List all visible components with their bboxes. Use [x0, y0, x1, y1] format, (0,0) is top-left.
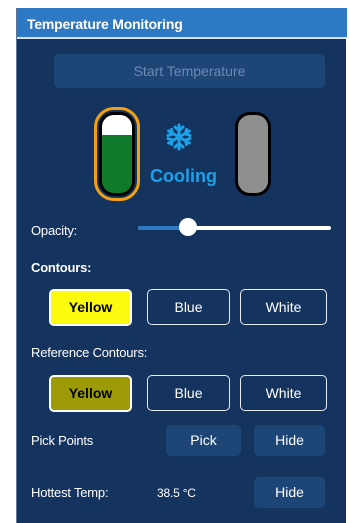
opacity-slider-thumb[interactable]	[179, 218, 198, 236]
reference-contour-yellow-button[interactable]: Yellow	[49, 375, 132, 412]
opacity-label: Opacity:	[31, 223, 78, 238]
pick-points-label: Pick Points	[31, 433, 94, 448]
contour-blue-button[interactable]: Blue	[147, 289, 230, 325]
hottest-temp-label: Hottest Temp:	[31, 485, 109, 500]
reference-contour-white-button[interactable]: White	[240, 375, 327, 411]
reference-contour-blue-button[interactable]: Blue	[147, 375, 230, 411]
cooling-status-label: Cooling	[150, 166, 217, 186]
snowflake-icon	[166, 123, 192, 151]
pick-points-hide-button[interactable]: Hide	[254, 425, 325, 456]
pick-button[interactable]: Pick	[166, 425, 241, 456]
left-canister-icon	[99, 112, 135, 196]
opacity-slider-track[interactable]	[138, 226, 331, 230]
panel-title: Temperature Monitoring	[27, 16, 183, 32]
reference-contours-label: Reference Contours:	[31, 345, 148, 360]
temperature-monitoring-panel: Temperature Monitoring Start Temperature…	[16, 8, 347, 523]
hottest-temp-value: 38.5 °C	[157, 486, 196, 500]
panel-titlebar: Temperature Monitoring	[17, 8, 347, 39]
contours-label: Contours:	[31, 260, 92, 275]
contour-yellow-button[interactable]: Yellow	[49, 289, 132, 326]
canister-cap	[102, 115, 132, 135]
right-canister-icon	[235, 112, 271, 196]
start-temperature-button[interactable]: Start Temperature	[54, 54, 325, 88]
hottest-temp-hide-button[interactable]: Hide	[254, 477, 325, 508]
contour-white-button[interactable]: White	[240, 289, 327, 325]
